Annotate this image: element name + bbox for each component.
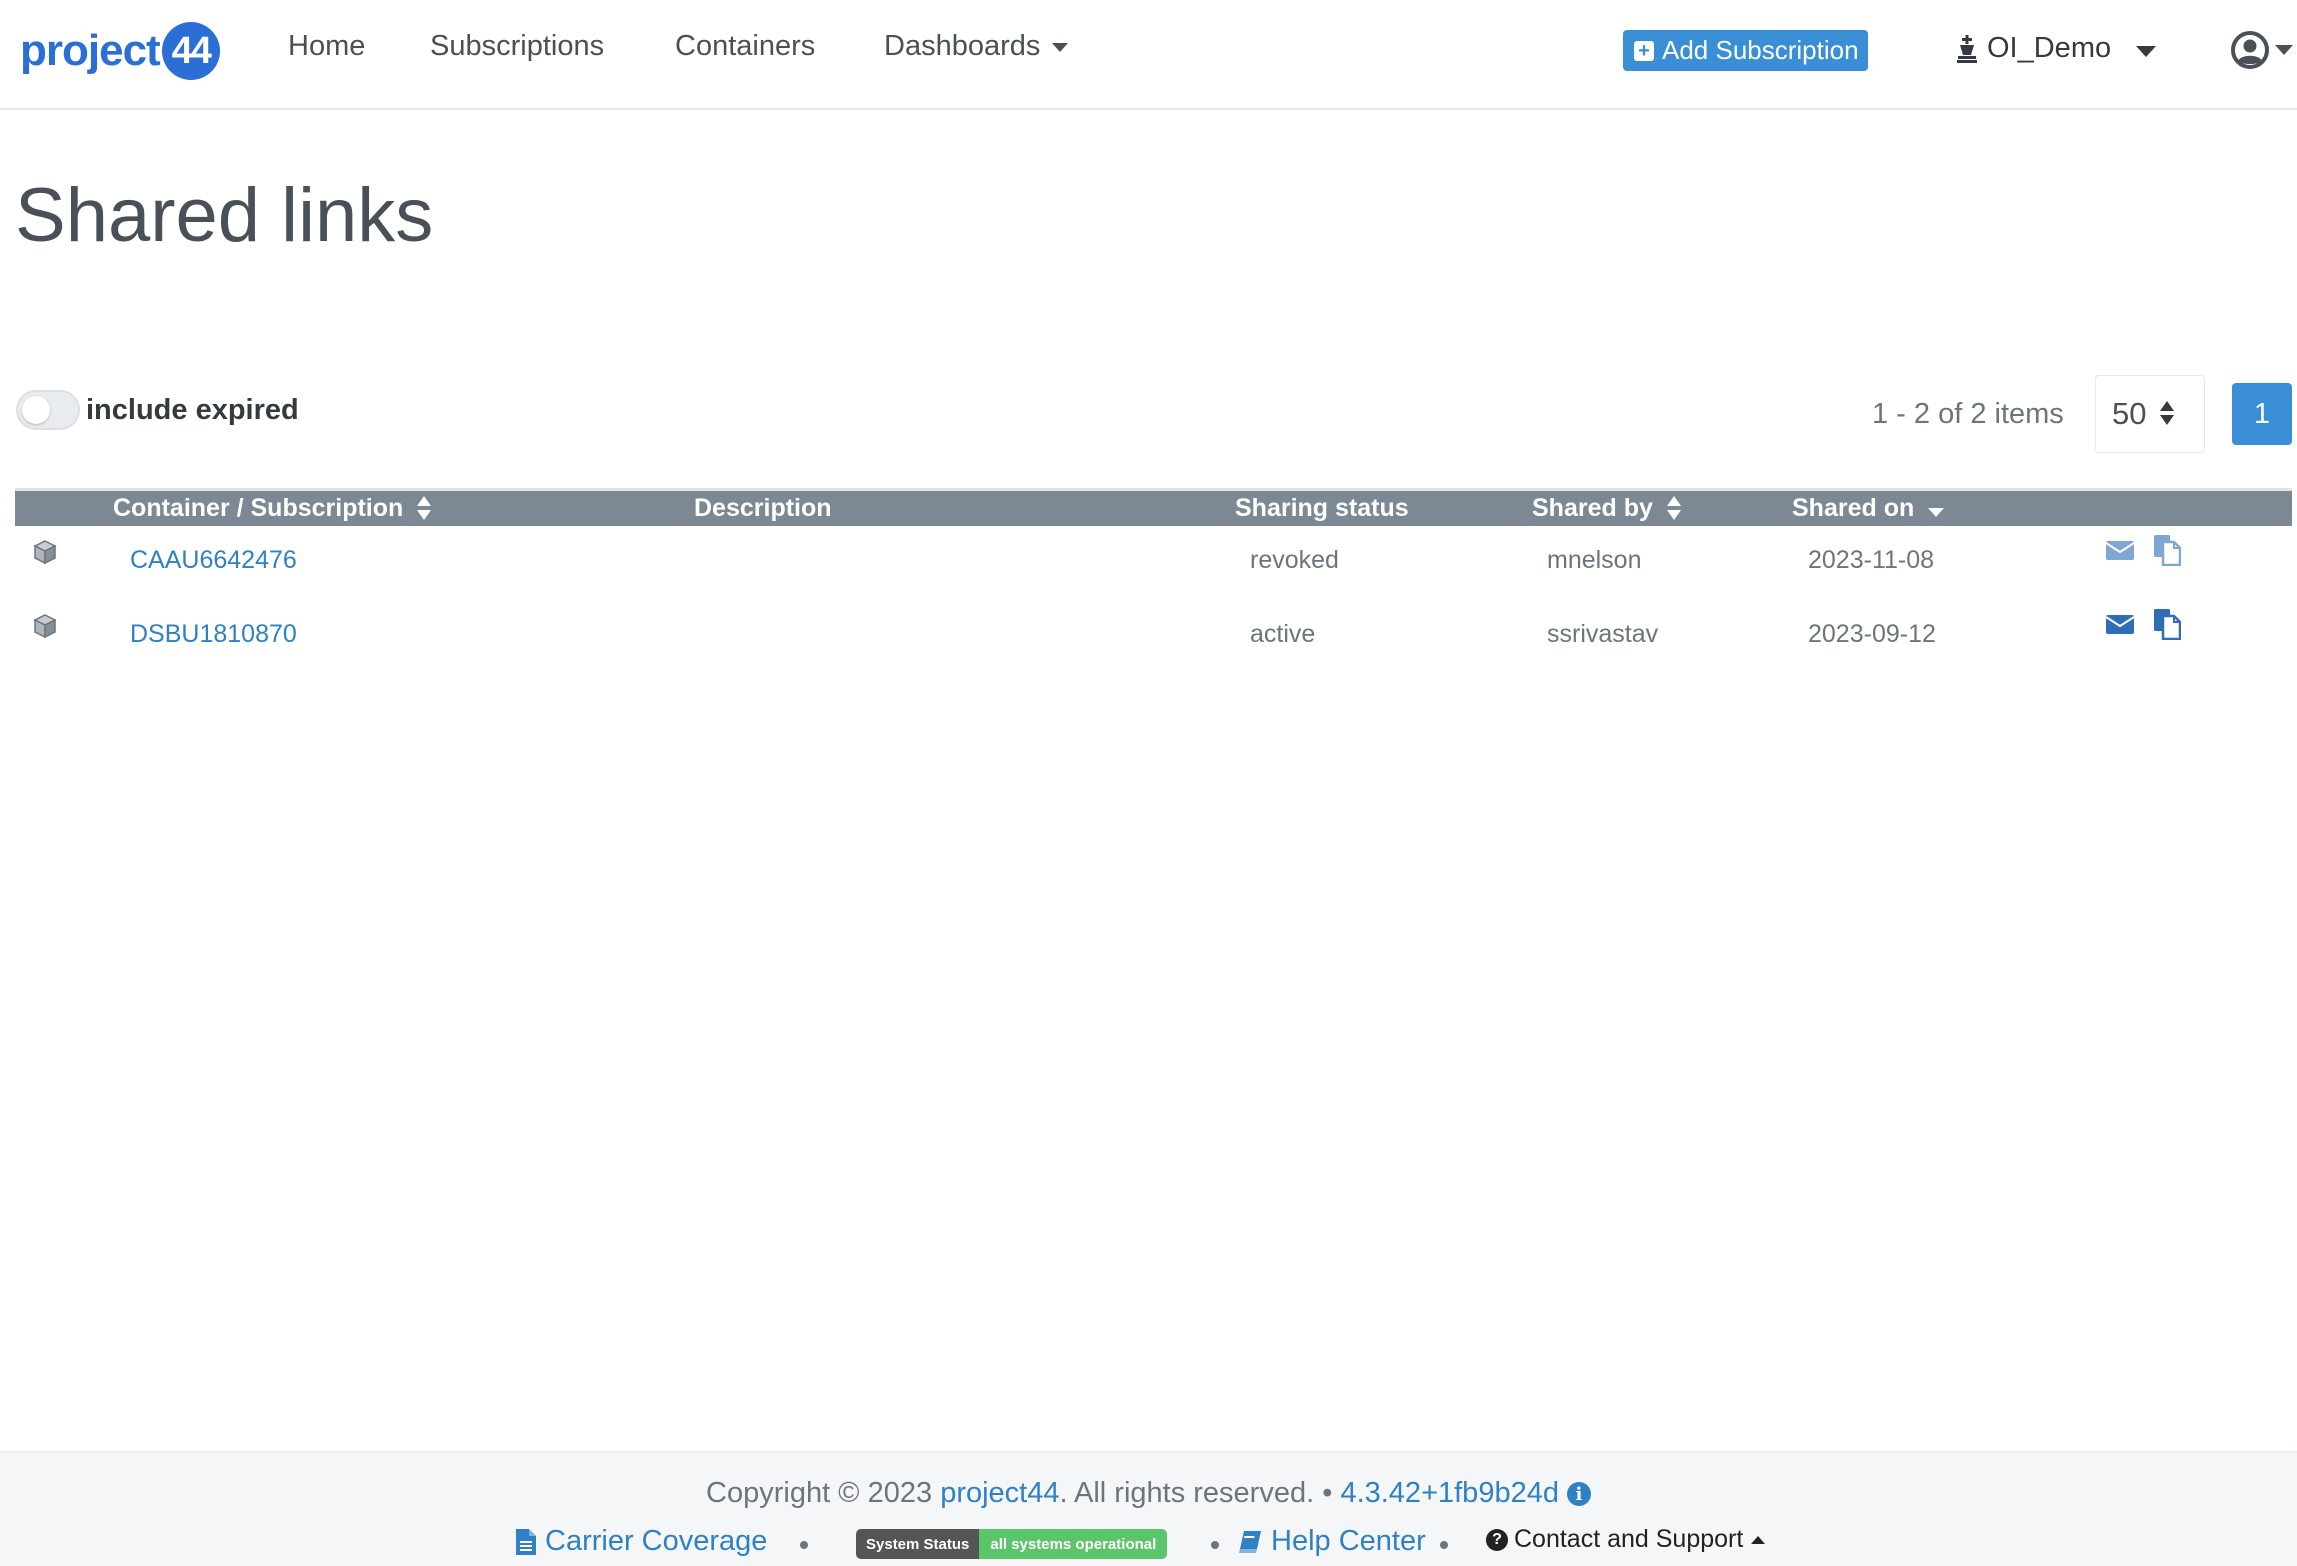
chevron-down-icon[interactable]	[2136, 46, 2156, 57]
org-name: OI_Demo	[1987, 32, 2112, 64]
column-header-shared-on[interactable]: Shared on	[1792, 494, 1945, 523]
system-status-value: all systems operational	[979, 1529, 1168, 1559]
sort-down-icon	[1928, 508, 1945, 517]
logo-badge: 44	[161, 22, 220, 80]
company-link[interactable]: project44	[940, 1477, 1059, 1509]
container-link[interactable]: CAAU6642476	[130, 546, 297, 575]
shared-by-cell: mnelson	[1547, 546, 1642, 574]
version-link[interactable]: 4.3.42+1fb9b24d	[1340, 1477, 1559, 1509]
include-expired-label: include expired	[86, 394, 299, 426]
sharing-status-cell: revoked	[1250, 546, 1339, 574]
column-header-shared-by[interactable]: Shared by	[1532, 494, 1681, 523]
question-circle-icon: ?	[1486, 1528, 1508, 1551]
page-title: Shared links	[15, 173, 434, 258]
column-label: Container / Subscription	[113, 494, 404, 522]
column-header-container[interactable]: Container / Subscription	[113, 494, 432, 523]
column-header-status: Sharing status	[1235, 494, 1409, 523]
table-row: DSBU1810870 active ssrivastav 2023-09-12	[15, 600, 2292, 670]
org-selector[interactable]: OI_Demo	[1955, 32, 2111, 65]
envelope-icon[interactable]	[2105, 612, 2135, 636]
add-subscription-button[interactable]: + Add Subscription	[1623, 30, 1868, 71]
items-count: 1 - 2 of 2 items	[1872, 398, 2064, 430]
nav-dashboards-dropdown[interactable]: Dashboards	[884, 30, 1069, 63]
column-header-description: Description	[694, 494, 832, 523]
sort-arrows-icon	[2160, 401, 2175, 427]
sharing-status-cell: active	[1250, 620, 1316, 648]
table-row: CAAU6642476 revoked mnelson 2023-11-08	[15, 526, 2292, 596]
contact-support-dropdown[interactable]: ? Contact and Support	[1486, 1525, 1766, 1554]
project44-logo[interactable]: project 44	[20, 22, 220, 80]
chevron-down-icon[interactable]	[2275, 45, 2293, 55]
copy-icon[interactable]	[2153, 534, 2181, 566]
separator-dot	[1440, 1541, 1448, 1549]
book-icon	[1239, 1530, 1261, 1553]
cube-icon	[33, 540, 57, 565]
copyright-prefix: Copyright © 2023	[706, 1477, 941, 1509]
plus-square-icon: +	[1634, 40, 1654, 61]
toggle-knob	[22, 396, 50, 424]
nav-dashboards-label: Dashboards	[884, 30, 1041, 62]
nav-subscriptions[interactable]: Subscriptions	[430, 30, 604, 63]
nav-home[interactable]: Home	[288, 30, 365, 63]
carrier-coverage-link[interactable]: Carrier Coverage	[515, 1525, 767, 1558]
page-size-value: 50	[2112, 396, 2147, 431]
page-size-select[interactable]: 50	[2095, 375, 2205, 453]
shared-on-cell: 2023-09-12	[1808, 620, 1936, 648]
footer-links: Carrier Coverage System Status all syste…	[0, 1525, 2297, 1565]
separator-dot	[800, 1541, 808, 1549]
top-navbar: project 44 Home Subscriptions Containers…	[0, 0, 2297, 110]
separator-dot	[1211, 1541, 1219, 1549]
shared-on-cell: 2023-11-08	[1808, 546, 1935, 574]
info-circle-icon[interactable]: i	[1566, 1482, 1591, 1507]
sort-arrows-icon	[1666, 495, 1681, 522]
chevron-up-icon	[1751, 1535, 1766, 1544]
envelope-icon[interactable]	[2105, 538, 2135, 562]
cube-icon	[33, 614, 57, 639]
page-button-current[interactable]: 1	[2232, 383, 2292, 445]
nav-containers[interactable]: Containers	[675, 30, 815, 63]
help-center-label: Help Center	[1271, 1525, 1426, 1557]
user-circle-icon[interactable]	[2230, 30, 2270, 70]
contact-support-label: Contact and Support	[1514, 1525, 1744, 1553]
system-status-label: System Status	[856, 1529, 980, 1559]
copy-icon[interactable]	[2153, 608, 2181, 640]
container-link[interactable]: DSBU1810870	[130, 620, 297, 649]
file-text-icon	[516, 1528, 536, 1555]
footer: Copyright © 2023 project44. All rights r…	[0, 1451, 2297, 1566]
footer-copyright: Copyright © 2023 project44. All rights r…	[0, 1477, 2297, 1510]
copyright-suffix: . All rights reserved. •	[1059, 1477, 1333, 1509]
column-label: Shared by	[1532, 494, 1653, 522]
include-expired-toggle[interactable]	[16, 390, 80, 430]
table-header: Container / Subscription Description Sha…	[15, 488, 2292, 526]
system-status-badge[interactable]: System Status all systems operational	[856, 1529, 1168, 1559]
column-label: Description	[694, 494, 832, 522]
carrier-coverage-label: Carrier Coverage	[545, 1525, 768, 1557]
add-subscription-label: Add Subscription	[1662, 35, 1859, 65]
sort-arrows-icon	[417, 495, 432, 522]
column-label: Shared on	[1792, 494, 1915, 522]
chevron-down-icon	[1052, 42, 1069, 52]
help-center-link[interactable]: Help Center	[1237, 1525, 1426, 1558]
chess-king-icon	[1957, 34, 1977, 63]
logo-text: project	[20, 26, 161, 75]
column-label: Sharing status	[1235, 494, 1409, 522]
shared-by-cell: ssrivastav	[1547, 620, 1659, 648]
